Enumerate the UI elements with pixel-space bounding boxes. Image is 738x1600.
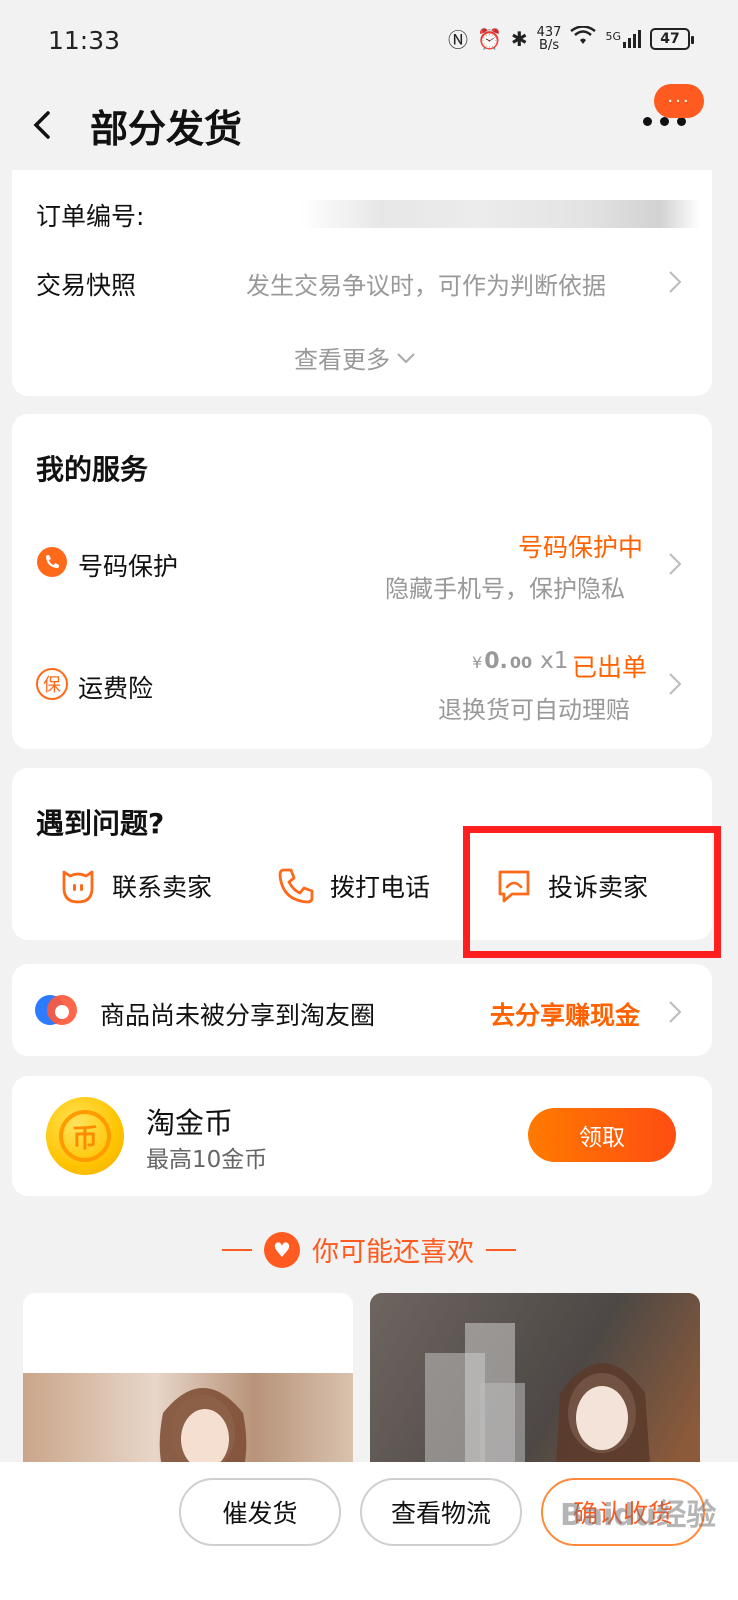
phone-protect-status: 号码保护中 [518, 533, 644, 562]
order-no-value-redacted [300, 200, 700, 228]
page-title: 部分发货 [90, 107, 243, 151]
divider [222, 1248, 252, 1251]
coin-glyph: 币 [59, 1110, 111, 1162]
chevron-down-icon [397, 352, 415, 363]
see-more-label: 查看更多 [294, 346, 390, 374]
urge-shipping-button[interactable]: 催发货 [179, 1478, 341, 1546]
view-logistics-button[interactable]: 查看物流 [360, 1478, 522, 1546]
coins-subtitle: 最高10金币 [146, 1147, 268, 1173]
chevron-right-icon[interactable] [668, 270, 682, 294]
see-more-button[interactable]: 查看更多 [294, 340, 416, 375]
contact-seller-label: 联系卖家 [112, 873, 213, 902]
tao-circle-icon [34, 990, 80, 1030]
share-text: 商品尚未被分享到淘友圈 [100, 1001, 376, 1030]
coins-title: 淘金币 [146, 1106, 234, 1140]
recommend-header: ♥ 你可能还喜欢 [0, 1230, 738, 1269]
call-button[interactable]: 拨打电话 [276, 866, 430, 906]
status-time: 11:33 [48, 26, 121, 55]
shipping-insurance-label: 运费险 [78, 674, 154, 703]
snapshot-hint[interactable]: 发生交易争议时，可作为判断依据 [246, 266, 606, 301]
insurance-status: 已出单 [572, 653, 648, 682]
highlight-box [463, 826, 721, 958]
seller-face-icon [62, 870, 94, 904]
phone-shield-icon [36, 546, 68, 578]
battery-icon: 47 [650, 27, 694, 50]
order-no-label: 订单编号: [36, 202, 145, 231]
signal-icon: 5G [605, 29, 641, 48]
back-icon[interactable] [30, 105, 54, 145]
network-type: 5G [605, 29, 621, 43]
baidu-watermark: Baidu经验 [560, 1498, 717, 1533]
snapshot-label[interactable]: 交易快照 [36, 266, 136, 302]
chevron-right-icon[interactable] [668, 552, 682, 576]
share-action[interactable]: 去分享赚现金 [490, 996, 640, 1032]
contact-seller-button[interactable]: 联系卖家 [58, 866, 212, 906]
price-dec: 00 [509, 653, 533, 672]
chevron-right-icon[interactable] [668, 1000, 682, 1024]
net-speed: 437 B/s [537, 26, 562, 52]
bluetooth-icon: ✱ [510, 26, 528, 51]
bao-icon: 保 [36, 668, 68, 700]
more-icon[interactable] [643, 117, 686, 126]
net-speed-unit: B/s [539, 37, 560, 53]
heart-icon: ♥ [264, 1231, 300, 1268]
phone-icon [278, 868, 314, 904]
alarm-icon: ⏰ [476, 26, 502, 51]
claim-button[interactable]: 领取 [528, 1108, 676, 1162]
wifi-icon [570, 25, 597, 51]
services-title: 我的服务 [36, 453, 149, 486]
nfc-icon: Ⓝ [447, 28, 468, 52]
status-icons: Ⓝ ⏰ ✱ 437 B/s 5G 47 [447, 24, 694, 53]
insurance-qty: x1 [540, 648, 569, 674]
insurance-price: ¥ 0. 00 x1 [472, 648, 568, 674]
recommend-title: 你可能还喜欢 [312, 1237, 474, 1268]
divider [486, 1248, 516, 1251]
price-int: 0. [484, 649, 508, 674]
gold-coin-icon: 币 [46, 1097, 124, 1175]
phone-protect-label: 号码保护 [78, 552, 179, 581]
chevron-right-icon[interactable] [668, 672, 682, 696]
message-badge[interactable]: ··· [654, 84, 704, 118]
price-symbol: ¥ [472, 653, 483, 672]
problems-title: 遇到问题? [36, 807, 165, 840]
call-label: 拨打电话 [330, 873, 431, 902]
insurance-desc: 退换货可自动理赔 [438, 696, 630, 724]
phone-protect-desc: 隐藏手机号，保护隐私 [385, 575, 625, 603]
